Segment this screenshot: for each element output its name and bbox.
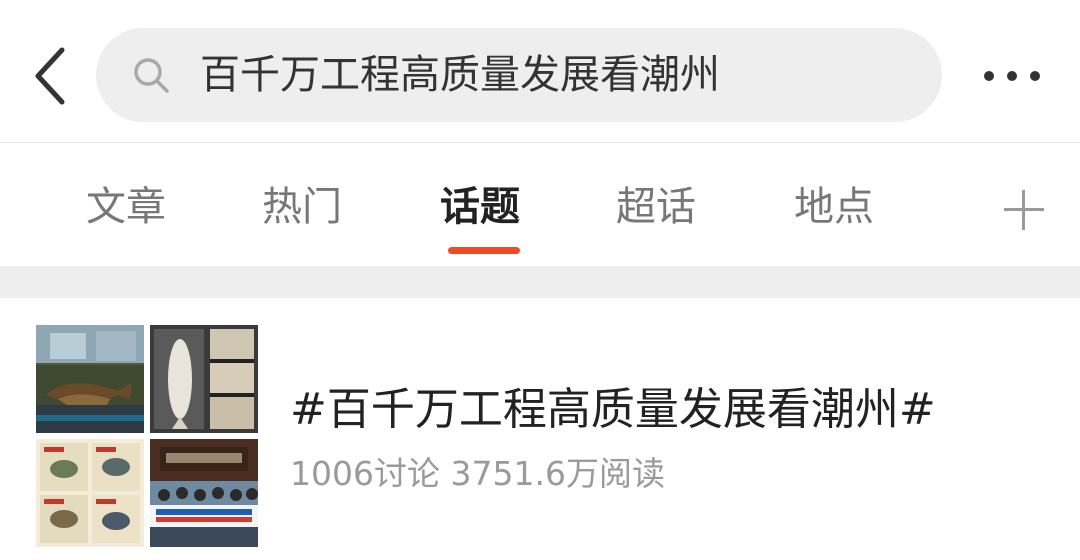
topic-title: #百千万工程高质量发展看潮州#	[290, 384, 936, 435]
topic-result-card[interactable]: #百千万工程高质量发展看潮州# 1006讨论 3751.6万阅读	[0, 298, 1080, 560]
topic-thumbnail	[36, 325, 144, 433]
tab-topics[interactable]: 话题	[440, 179, 520, 235]
tab-locations[interactable]: 地点	[794, 179, 874, 235]
add-tab-button[interactable]	[994, 180, 1054, 240]
tab-hot[interactable]: 热门	[262, 179, 342, 235]
topic-thumbnail	[150, 325, 258, 433]
topic-thumbnail-grid	[36, 325, 258, 547]
search-query-text: 百千万工程高质量发展看潮州	[200, 52, 720, 98]
top-bar: 百千万工程高质量发展看潮州	[0, 0, 1080, 142]
more-button[interactable]	[970, 44, 1054, 108]
tab-articles[interactable]: 文章	[86, 179, 166, 235]
plus-icon	[1022, 190, 1025, 230]
back-button[interactable]	[18, 38, 82, 114]
back-arrow-icon	[35, 47, 65, 105]
active-tab-indicator	[448, 247, 520, 254]
tab-bar: 文章 热门 话题 超话 地点	[0, 143, 1080, 267]
topic-thumbnail	[150, 439, 258, 547]
section-separator	[0, 266, 1080, 298]
more-dots-icon	[1007, 71, 1017, 81]
search-results-page: 百千万工程高质量发展看潮州 文章 热门 话题 超话 地点 #百千万工程高质量发展…	[0, 0, 1080, 560]
search-icon	[134, 58, 169, 93]
more-dots-icon	[1030, 71, 1040, 81]
tab-super-topics[interactable]: 超话	[616, 179, 696, 235]
more-dots-icon	[984, 71, 994, 81]
search-input[interactable]: 百千万工程高质量发展看潮州	[96, 28, 942, 122]
topic-stats: 1006讨论 3751.6万阅读	[290, 454, 665, 493]
topic-thumbnail	[36, 439, 144, 547]
